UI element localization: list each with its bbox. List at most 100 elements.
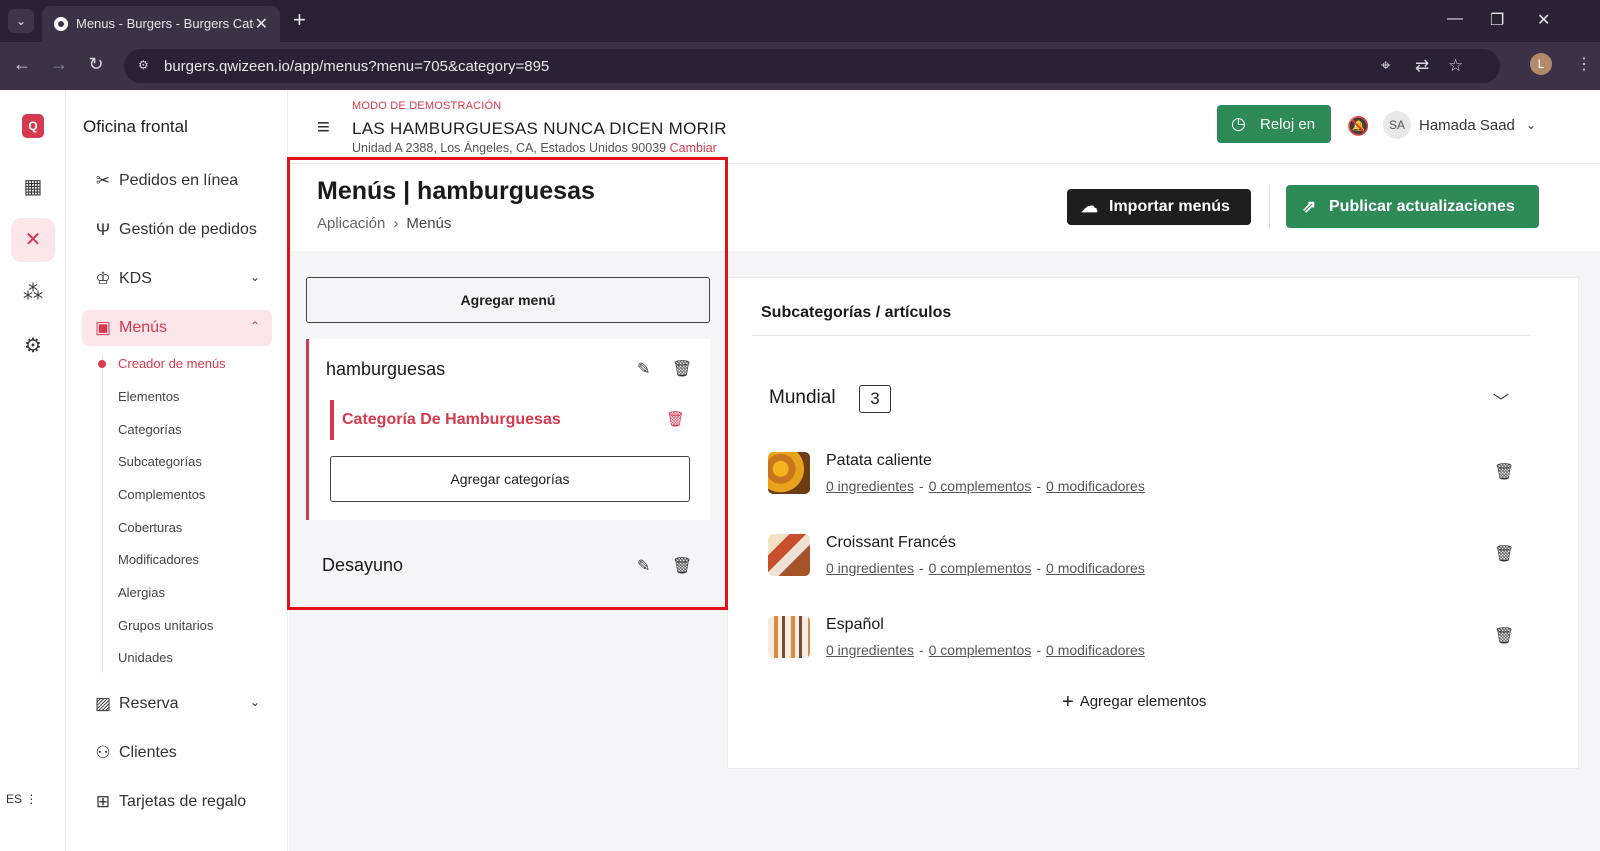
- list-item[interactable]: Patata caliente 0 ingredientes -0 complem…: [768, 450, 1528, 510]
- change-store-link[interactable]: Cambiar: [670, 141, 717, 155]
- item-thumbnail-image: [768, 452, 810, 494]
- trash-icon[interactable]: 🗑: [672, 556, 692, 576]
- site-info-icon[interactable]: ⚙: [138, 58, 154, 74]
- sidebar-item-reservations[interactable]: ▨ Reserva ⌄: [82, 686, 272, 722]
- item-links: 0 ingredientes -0 complementos -0 modifica…: [826, 560, 1145, 576]
- subitem-modifiers[interactable]: Modificadores: [118, 552, 199, 567]
- page-title: Menús | hamburguesas: [317, 177, 595, 205]
- trash-icon[interactable]: 🗑: [672, 359, 692, 379]
- menus-panel: Agregar menú hamburguesas ✎ 🗑 Categoría …: [289, 251, 726, 611]
- browser-menu-icon[interactable]: ⋮: [1576, 54, 1592, 74]
- complements-link[interactable]: 0 complementos: [929, 560, 1032, 576]
- menu-card-active[interactable]: hamburguesas ✎ 🗑 Categoría De Hamburgues…: [306, 339, 710, 520]
- breadcrumb-app[interactable]: Aplicación: [317, 215, 385, 232]
- edit-icon[interactable]: ✎: [637, 359, 650, 379]
- icon-rail: Q ▦ ✕ ⁂ ⚙ ES ⋮: [0, 90, 66, 851]
- sidebar-item-label: Reserva: [119, 695, 179, 712]
- fork-knife-icon: ✂: [95, 171, 111, 190]
- main-content: Menús | hamburguesas Aplicación › Menús ☁ …: [289, 165, 1600, 851]
- profile-avatar[interactable]: L: [1530, 53, 1552, 75]
- trash-icon[interactable]: 🗑: [666, 410, 685, 428]
- minimize-icon[interactable]: —: [1447, 10, 1463, 28]
- window-close-icon[interactable]: ✕: [1537, 10, 1550, 30]
- sidebar-item-kds[interactable]: ♔ KDS ⌄: [82, 261, 272, 297]
- trash-icon[interactable]: 🗑: [1494, 626, 1514, 646]
- url-field[interactable]: ⚙ burgers.qwizeen.io/app/menus?menu=705&…: [124, 49, 1500, 83]
- subitem-toppings[interactable]: Coberturas: [118, 520, 182, 535]
- hamburger-menu-icon[interactable]: ≡: [317, 114, 330, 140]
- ingredients-link[interactable]: 0 ingredientes: [826, 478, 914, 494]
- sidebar-item-order-management[interactable]: Ψ Gestión de pedidos: [82, 212, 272, 248]
- translate-icon[interactable]: ⇄: [1415, 56, 1429, 76]
- sidebar-item-clients[interactable]: ⚇ Clientes: [82, 735, 272, 771]
- publish-updates-button[interactable]: ⇗ Publicar actualizaciones: [1286, 185, 1539, 228]
- chef-hat-icon: ♔: [95, 269, 111, 288]
- add-items-button[interactable]: + Agregar elementos: [1062, 691, 1206, 714]
- add-menu-button[interactable]: Agregar menú: [306, 277, 710, 323]
- add-categories-button[interactable]: Agregar categorías: [330, 456, 690, 502]
- menu-card[interactable]: Desayuno ✎ 🗑: [306, 541, 710, 589]
- user-avatar[interactable]: SA: [1383, 111, 1411, 139]
- settings-gear-icon[interactable]: ⚙: [11, 324, 55, 368]
- category-item-active[interactable]: Categoría De Hamburguesas 🗑: [330, 400, 693, 440]
- subitem-allergies[interactable]: Alergias: [118, 585, 165, 600]
- edit-icon[interactable]: ✎: [637, 556, 650, 576]
- trash-icon[interactable]: 🗑: [1494, 462, 1514, 482]
- chevron-down-icon[interactable]: ⌄: [1526, 118, 1536, 132]
- sidebar-item-menus[interactable]: ▣ Menús ⌃: [82, 310, 272, 346]
- modifiers-link[interactable]: 0 modificadores: [1046, 478, 1145, 494]
- clock-in-button[interactable]: ◷ Reloj en: [1217, 105, 1331, 143]
- language-selector[interactable]: ES ⋮: [6, 792, 37, 806]
- reload-icon[interactable]: ↻: [84, 54, 108, 75]
- back-icon[interactable]: ←: [10, 54, 34, 75]
- subitem-categories[interactable]: Categorías: [118, 422, 182, 437]
- subitem-complements[interactable]: Complementos: [118, 487, 205, 502]
- item-name: Croissant Francés: [826, 534, 956, 551]
- notifications-off-icon[interactable]: 🔕: [1347, 116, 1369, 137]
- complements-link[interactable]: 0 complementos: [929, 478, 1032, 494]
- item-links: 0 ingredientes -0 complementos -0 modifica…: [826, 478, 1145, 494]
- subitem-subcategories[interactable]: Subcategorías: [118, 454, 202, 469]
- forward-icon[interactable]: →: [47, 54, 71, 75]
- bookmark-star-icon[interactable]: ☆: [1448, 56, 1463, 76]
- tab-search-button[interactable]: ⌄: [8, 9, 34, 33]
- subitem-menu-builder[interactable]: Creador de menús: [118, 356, 226, 371]
- menu-name: hamburguesas: [326, 359, 446, 379]
- clock-icon: ◷: [1231, 114, 1246, 133]
- chevron-down-icon: ⌄: [249, 695, 260, 709]
- modifiers-link[interactable]: 0 modificadores: [1046, 642, 1145, 658]
- sidebar-item-label: KDS: [119, 270, 152, 287]
- subitem-elements[interactable]: Elementos: [118, 389, 179, 404]
- fork-knife-icon[interactable]: ✕: [11, 218, 55, 262]
- ingredients-link[interactable]: 0 ingredientes: [826, 642, 914, 658]
- new-tab-button[interactable]: +: [293, 8, 306, 32]
- restore-icon[interactable]: ❐: [1490, 10, 1504, 30]
- org-chart-icon[interactable]: ⁂: [11, 271, 55, 315]
- sidebar-item-gift-cards[interactable]: ⊞ Tarjetas de regalo: [82, 784, 272, 820]
- sidebar-title: Oficina frontal: [83, 117, 188, 136]
- list-item[interactable]: Español 0 ingredientes -0 complementos -0 …: [768, 614, 1528, 674]
- location-off-icon[interactable]: ⌖: [1381, 56, 1391, 76]
- chevron-down-icon[interactable]: ﹀: [1493, 388, 1509, 412]
- sidebar-item-label: Pedidos en línea: [119, 172, 239, 189]
- subitem-unit-groups[interactable]: Grupos unitarios: [118, 618, 213, 633]
- sidebar-item-label: Gestión de pedidos: [119, 221, 257, 238]
- ingredients-link[interactable]: 0 ingredientes: [826, 560, 914, 576]
- modifiers-link[interactable]: 0 modificadores: [1046, 560, 1145, 576]
- complements-link[interactable]: 0 complementos: [929, 642, 1032, 658]
- tab-close-icon[interactable]: ✕: [255, 14, 268, 34]
- language-toggle-icon: ⋮: [25, 792, 38, 806]
- page-header: Menús | hamburguesas Aplicación › Menús ☁ …: [289, 165, 1600, 251]
- browser-tab[interactable]: Menus - Burgers - Burgers Cate ✕: [42, 6, 280, 42]
- sidebar-item-online-orders[interactable]: ✂ Pedidos en línea: [82, 163, 272, 199]
- subitem-units[interactable]: Unidades: [118, 650, 173, 665]
- trash-icon[interactable]: 🗑: [1494, 544, 1514, 564]
- item-thumbnail-image: [768, 534, 810, 576]
- import-menus-button[interactable]: ☁ Importar menús: [1067, 189, 1251, 225]
- dashboard-icon[interactable]: ▦: [11, 165, 55, 209]
- list-item[interactable]: Croissant Francés 0 ingredientes -0 compl…: [768, 532, 1528, 592]
- item-name: Español: [826, 616, 884, 633]
- user-name[interactable]: Hamada Saad: [1419, 117, 1515, 134]
- subcategories-items-panel: Subcategorías / artículos Mundial 3 ﹀ Pa…: [727, 277, 1579, 769]
- demo-mode-label: MODO DE DEMOSTRACIÓN: [352, 100, 502, 112]
